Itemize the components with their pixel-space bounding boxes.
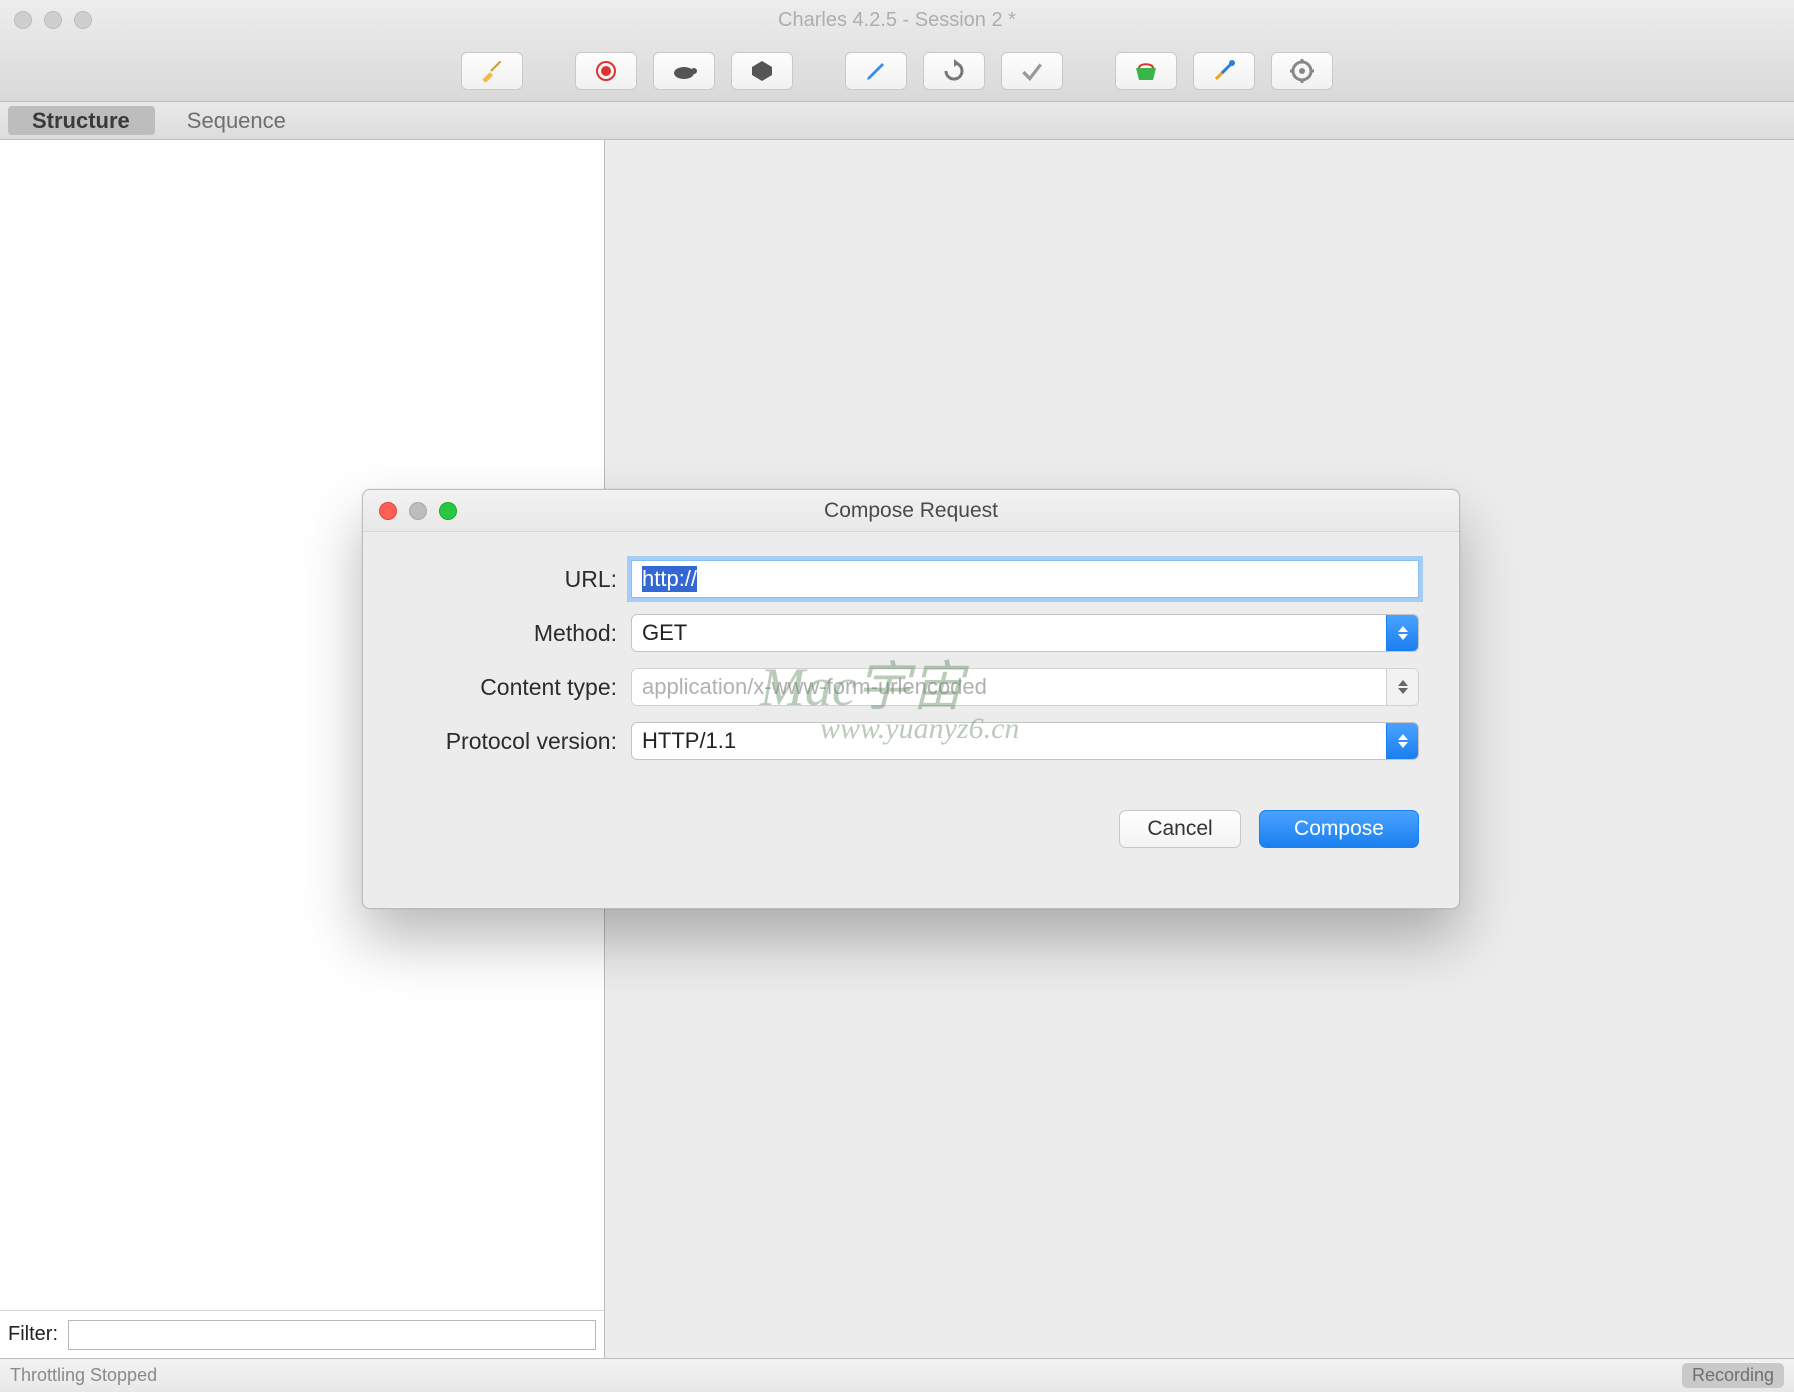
record-button[interactable] xyxy=(575,52,637,90)
breakpoints-button[interactable] xyxy=(731,52,793,90)
settings-button[interactable] xyxy=(1271,52,1333,90)
view-tabs: Structure Sequence xyxy=(0,102,1794,140)
record-icon xyxy=(594,59,618,83)
content-type-label: Content type: xyxy=(403,674,631,701)
pencil-icon xyxy=(864,59,888,83)
protocol-row: Protocol version: HTTP/1.1 xyxy=(403,722,1419,760)
method-label: Method: xyxy=(403,620,631,647)
content-type-placeholder: application/x-www-form-urlencoded xyxy=(642,674,987,700)
chevron-updown-icon xyxy=(1386,669,1418,705)
tab-structure[interactable]: Structure xyxy=(8,106,155,135)
throttle-button[interactable] xyxy=(653,52,715,90)
breakpoint-icon xyxy=(751,60,773,82)
filter-label: Filter: xyxy=(8,1323,58,1346)
dialog-titlebar: Compose Request xyxy=(363,490,1459,532)
cancel-button[interactable]: Cancel xyxy=(1119,810,1241,848)
throttling-status: Throttling Stopped xyxy=(10,1365,157,1386)
dialog-title: Compose Request xyxy=(363,499,1459,523)
broom-icon xyxy=(479,58,505,84)
compose-button[interactable] xyxy=(845,52,907,90)
url-label: URL: xyxy=(403,566,631,593)
turtle-icon xyxy=(670,61,698,81)
tab-sequence[interactable]: Sequence xyxy=(159,102,315,139)
basket-icon xyxy=(1133,60,1159,82)
gear-icon xyxy=(1290,59,1314,83)
chevron-updown-icon xyxy=(1386,723,1418,759)
filter-input[interactable] xyxy=(68,1320,596,1350)
content-type-combo[interactable]: application/x-www-form-urlencoded xyxy=(631,668,1419,706)
compose-submit-button[interactable]: Compose xyxy=(1259,810,1419,848)
dialog-buttons: Cancel Compose xyxy=(363,788,1459,848)
validate-button[interactable] xyxy=(1001,52,1063,90)
compose-request-dialog: Compose Request URL: Method: GET Content… xyxy=(362,489,1460,909)
filter-row: Filter: xyxy=(0,1310,604,1358)
titlebar: Charles 4.2.5 - Session 2 * xyxy=(0,0,1794,40)
url-input[interactable] xyxy=(631,560,1419,598)
recording-status: Recording xyxy=(1682,1363,1784,1388)
method-row: Method: GET xyxy=(403,614,1419,652)
statusbar: Throttling Stopped Recording xyxy=(0,1358,1794,1392)
check-icon xyxy=(1019,58,1045,84)
chevron-updown-icon xyxy=(1386,615,1418,651)
protocol-label: Protocol version: xyxy=(403,728,631,755)
dialog-body: URL: Method: GET Content type: applicati xyxy=(363,532,1459,788)
basket-button[interactable] xyxy=(1115,52,1177,90)
url-row: URL: xyxy=(403,560,1419,598)
method-value: GET xyxy=(642,620,687,646)
window-title: Charles 4.2.5 - Session 2 * xyxy=(0,9,1794,32)
broom-button[interactable] xyxy=(461,52,523,90)
method-select[interactable]: GET xyxy=(631,614,1419,652)
content-type-row: Content type: application/x-www-form-url… xyxy=(403,668,1419,706)
protocol-value: HTTP/1.1 xyxy=(642,728,736,754)
repeat-icon xyxy=(942,59,966,83)
toolbar xyxy=(0,40,1794,102)
protocol-select[interactable]: HTTP/1.1 xyxy=(631,722,1419,760)
repeat-button[interactable] xyxy=(923,52,985,90)
tools-button[interactable] xyxy=(1193,52,1255,90)
tools-icon xyxy=(1212,59,1236,83)
